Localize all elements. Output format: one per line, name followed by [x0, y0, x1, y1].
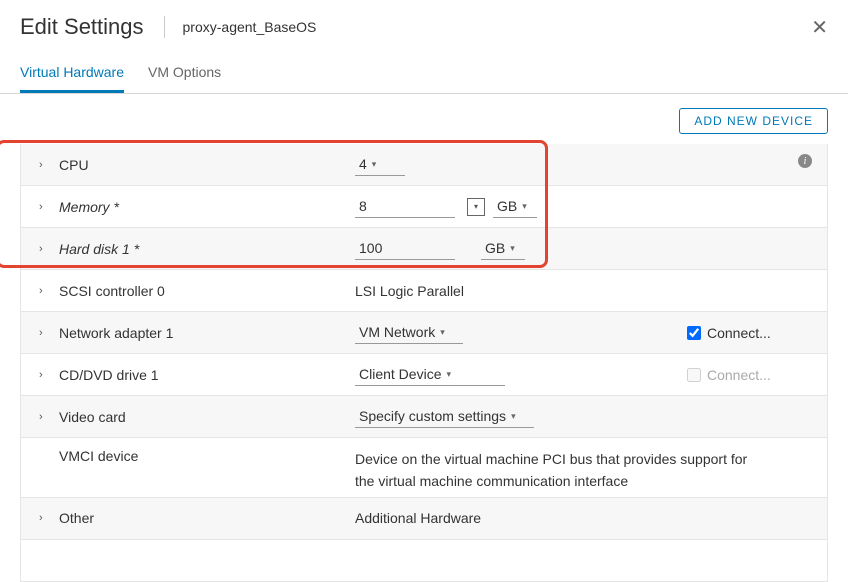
row-cpu: › CPU 4 ▾	[20, 144, 828, 186]
hard-disk-unit-select[interactable]: GB ▾	[481, 237, 525, 260]
row-video: › Video card Specify custom settings ▾	[20, 396, 828, 438]
scsi-value: LSI Logic Parallel	[355, 283, 464, 299]
cd-dvd-connect-label: Connect...	[707, 367, 771, 383]
label-hard-disk: Hard disk 1 *	[59, 241, 139, 257]
memory-unit-select[interactable]: GB ▾	[493, 195, 537, 218]
chevron-down-icon: ▾	[372, 159, 377, 170]
memory-input[interactable]	[355, 195, 455, 218]
label-cpu: CPU	[59, 157, 89, 173]
label-network: Network adapter 1	[59, 325, 173, 341]
chevron-right-icon[interactable]: ›	[39, 411, 49, 423]
label-vmci: VMCI device	[59, 448, 138, 464]
network-select[interactable]: VM Network ▾	[355, 321, 463, 344]
cd-dvd-select[interactable]: Client Device ▾	[355, 363, 505, 386]
memory-unit: GB	[497, 198, 517, 214]
memory-stepper-icon[interactable]: ▾	[467, 198, 485, 216]
label-other: Other	[59, 510, 94, 526]
cd-dvd-connect-checkbox	[687, 368, 701, 382]
cd-dvd-value: Client Device	[359, 366, 441, 382]
chevron-down-icon: ▾	[522, 201, 527, 212]
vertical-divider	[164, 16, 165, 38]
network-value: VM Network	[359, 324, 435, 340]
settings-grid: i › CPU 4 ▾ › Memory * ▾ GB ▾	[0, 144, 848, 582]
hard-disk-input[interactable]	[355, 237, 455, 260]
other-value: Additional Hardware	[355, 510, 481, 526]
chevron-right-icon[interactable]: ›	[39, 512, 49, 524]
chevron-down-icon: ▾	[510, 243, 515, 254]
add-new-device-button[interactable]: ADD NEW DEVICE	[679, 108, 828, 134]
tab-bar: Virtual Hardware VM Options	[0, 48, 848, 94]
row-vmci: › VMCI device Device on the virtual mach…	[20, 438, 828, 498]
chevron-right-icon[interactable]: ›	[39, 159, 49, 171]
chevron-right-icon[interactable]: ›	[39, 201, 49, 213]
video-select[interactable]: Specify custom settings ▾	[355, 405, 534, 428]
row-memory: › Memory * ▾ GB ▾	[20, 186, 828, 228]
chevron-right-icon[interactable]: ›	[39, 369, 49, 381]
chevron-down-icon: ▾	[511, 411, 516, 422]
label-memory: Memory *	[59, 199, 119, 215]
cpu-select[interactable]: 4 ▾	[355, 153, 405, 176]
vmci-value: Device on the virtual machine PCI bus th…	[355, 448, 767, 493]
network-connect-cell: Connect...	[687, 325, 827, 341]
row-hard-disk: › Hard disk 1 * GB ▾	[20, 228, 828, 270]
chevron-right-icon[interactable]: ›	[39, 285, 49, 297]
chevron-right-icon[interactable]: ›	[39, 243, 49, 255]
label-scsi: SCSI controller 0	[59, 283, 165, 299]
network-connect-checkbox[interactable]	[687, 326, 701, 340]
hard-disk-unit: GB	[485, 240, 505, 256]
action-row: ADD NEW DEVICE	[0, 94, 848, 144]
label-cd-dvd: CD/DVD drive 1	[59, 367, 159, 383]
cd-dvd-connect-cell: Connect...	[687, 367, 827, 383]
close-icon[interactable]: ✕	[811, 15, 828, 40]
chevron-down-icon: ▾	[446, 369, 451, 380]
row-cd-dvd: › CD/DVD drive 1 Client Device ▾ Connect…	[20, 354, 828, 396]
dialog-header: Edit Settings proxy-agent_BaseOS ✕	[0, 0, 848, 48]
row-scsi: › SCSI controller 0 LSI Logic Parallel	[20, 270, 828, 312]
row-empty	[20, 540, 828, 582]
video-value: Specify custom settings	[359, 408, 506, 424]
row-network: › Network adapter 1 VM Network ▾ Connect…	[20, 312, 828, 354]
network-connect-label: Connect...	[707, 325, 771, 341]
label-video: Video card	[59, 409, 126, 425]
dialog-subtitle: proxy-agent_BaseOS	[183, 19, 812, 35]
cpu-value: 4	[359, 156, 367, 172]
dialog-title: Edit Settings	[20, 14, 144, 40]
tab-vm-options[interactable]: VM Options	[148, 58, 221, 93]
chevron-down-icon: ▾	[440, 327, 445, 338]
info-icon[interactable]: i	[798, 154, 812, 168]
row-other: › Other Additional Hardware	[20, 498, 828, 540]
tab-virtual-hardware[interactable]: Virtual Hardware	[20, 58, 124, 93]
chevron-right-icon[interactable]: ›	[39, 327, 49, 339]
